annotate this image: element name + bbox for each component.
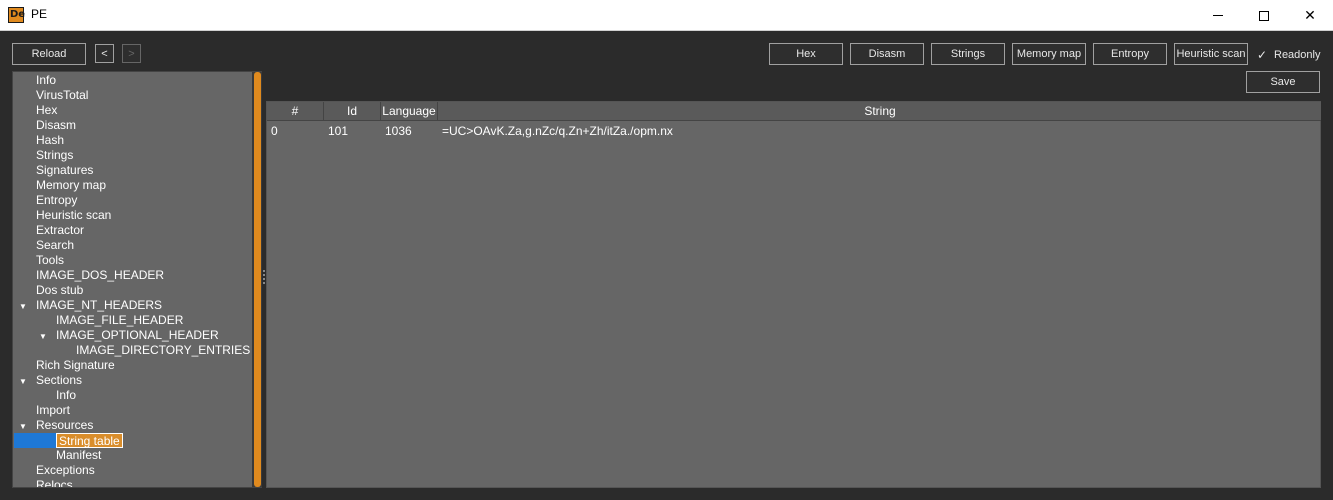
close-icon[interactable]: ✕: [1287, 0, 1333, 31]
tree-scroll-thumb[interactable]: [254, 72, 261, 487]
expand-arrow-icon[interactable]: ▼: [19, 419, 27, 434]
tree-scrollbar[interactable]: [252, 72, 262, 487]
tree-item[interactable]: Sections: [36, 373, 82, 388]
hex-button[interactable]: Hex: [769, 43, 843, 65]
tree-item[interactable]: Signatures: [36, 163, 93, 178]
tree-item[interactable]: String table: [56, 433, 123, 448]
tree-item[interactable]: Search: [36, 238, 74, 253]
tree-item[interactable]: Tools: [36, 253, 64, 268]
window-title: PE: [31, 7, 48, 21]
tree-item[interactable]: Entropy: [36, 193, 77, 208]
cell-language: 1036: [385, 124, 412, 138]
expand-arrow-icon[interactable]: ▼: [19, 299, 27, 314]
column-header-index[interactable]: #: [267, 102, 324, 121]
cell-id: 101: [328, 124, 349, 138]
tree-item[interactable]: IMAGE_DIRECTORY_ENTRIES: [76, 343, 250, 358]
tree-item[interactable]: Memory map: [36, 178, 106, 193]
tree-item[interactable]: Dos stub: [36, 283, 83, 298]
column-header-id[interactable]: Id: [324, 102, 381, 121]
tree-item[interactable]: Relocs: [36, 478, 73, 487]
tree-item[interactable]: Strings: [36, 148, 73, 163]
tree-item[interactable]: Extractor: [36, 223, 84, 238]
expand-arrow-icon[interactable]: ▼: [19, 374, 27, 389]
heuristic-scan-button[interactable]: Heuristic scan: [1174, 43, 1248, 65]
column-header-string[interactable]: String: [438, 102, 1322, 121]
tree-item[interactable]: IMAGE_FILE_HEADER: [56, 313, 183, 328]
tree-item[interactable]: Info: [36, 73, 56, 88]
tree-item[interactable]: Hash: [36, 133, 64, 148]
tree-item[interactable]: Exceptions: [36, 463, 95, 478]
back-button[interactable]: <: [95, 44, 114, 63]
readonly-label: Readonly: [1274, 49, 1321, 61]
tree-item[interactable]: Info: [56, 388, 76, 403]
string-table[interactable]: # Id Language String 0 101 1036 =UC>OAvK…: [266, 101, 1322, 488]
tree-item[interactable]: Rich Signature: [36, 358, 115, 373]
tree-selection-highlight: [14, 433, 56, 448]
tree-item[interactable]: IMAGE_DOS_HEADER: [36, 268, 164, 283]
disasm-button[interactable]: Disasm: [850, 43, 924, 65]
expand-arrow-icon[interactable]: ▼: [39, 329, 47, 344]
cell-index: 0: [271, 124, 278, 138]
tree-item[interactable]: Disasm: [36, 118, 76, 133]
navigation-tree[interactable]: Info VirusTotal Hex Disasm Hash Strings Signat…: [12, 71, 262, 488]
reload-button[interactable]: Reload: [12, 43, 86, 65]
tree-item[interactable]: IMAGE_NT_HEADERS: [36, 298, 162, 313]
maximize-icon[interactable]: [1241, 0, 1287, 31]
table-header: # Id Language String: [267, 102, 1322, 121]
strings-button[interactable]: Strings: [931, 43, 1005, 65]
readonly-checkbox[interactable]: ✓ Readonly: [1257, 46, 1320, 64]
entropy-button[interactable]: Entropy: [1093, 43, 1167, 65]
tree-item[interactable]: Heuristic scan: [36, 208, 111, 223]
tree-item[interactable]: Hex: [36, 103, 57, 118]
minimize-icon[interactable]: [1195, 0, 1241, 31]
tree-item[interactable]: IMAGE_OPTIONAL_HEADER: [56, 328, 219, 343]
column-header-language[interactable]: Language: [381, 102, 438, 121]
tree-item[interactable]: VirusTotal: [36, 88, 88, 103]
tree-item[interactable]: Import: [36, 403, 70, 418]
title-bar: De PE ✕: [0, 0, 1333, 31]
memory-map-button[interactable]: Memory map: [1012, 43, 1086, 65]
check-icon: ✓: [1257, 48, 1268, 62]
app-logo-icon: De: [8, 7, 25, 23]
table-scrollbar[interactable]: [1321, 101, 1333, 488]
forward-button[interactable]: >: [122, 44, 141, 63]
tree-item[interactable]: Manifest: [56, 448, 101, 463]
tree-item[interactable]: Resources: [36, 418, 93, 433]
cell-string: =UC>OAvK.Za,g.nZc/q.Zn+Zh/itZa./opm.nx: [442, 124, 673, 138]
save-button[interactable]: Save: [1246, 71, 1320, 93]
